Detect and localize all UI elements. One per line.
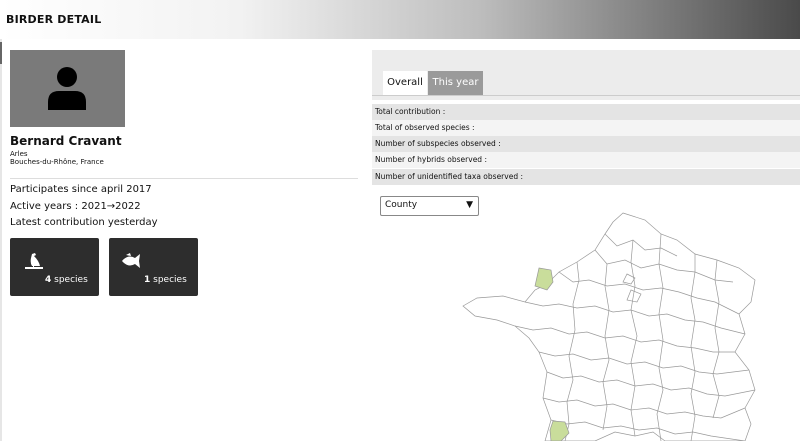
fish-species-card[interactable]: 1 species (109, 238, 198, 296)
fish-species-count: 1 species (144, 275, 187, 285)
bird-icon (25, 253, 43, 269)
avatar (10, 50, 125, 127)
bird-count-unit: species (54, 275, 88, 285)
left-edge-marker (0, 42, 2, 64)
map-level-value: County (385, 200, 418, 210)
stat-label: Number of subspecies observed : (375, 139, 501, 148)
active-years: Active years : 2021→2022 (10, 201, 141, 212)
stat-row-total-contribution: Total contribution : (372, 104, 800, 120)
chevron-down-icon: ▼ (466, 200, 473, 210)
birder-name: Bernard Cravant (10, 134, 122, 148)
bird-species-card[interactable]: 4 species (10, 238, 99, 296)
stat-row-unidentified-taxa: Number of unidentified taxa observed : (372, 169, 800, 185)
fish-count-unit: species (153, 275, 187, 285)
left-scroll-edge (0, 39, 2, 441)
stat-label: Total contribution : (375, 107, 446, 116)
fish-icon (122, 253, 140, 268)
stat-row-observed-species: Total of observed species : (372, 120, 800, 136)
stat-row-subspecies: Number of subspecies observed : (372, 136, 800, 152)
stat-label: Number of unidentified taxa observed : (375, 172, 523, 181)
birder-region: Bouches-du-Rhône, France (10, 158, 104, 166)
tabs-divider (372, 95, 800, 96)
bird-species-count: 4 species (45, 275, 88, 285)
latest-contribution: Latest contribution yesterday (10, 217, 158, 228)
highlighted-department[interactable] (534, 267, 554, 291)
page-title: BIRDER DETAIL (6, 13, 102, 26)
tab-overall[interactable]: Overall (383, 71, 427, 95)
birder-city: Arles (10, 150, 28, 158)
france-county-map[interactable] (455, 210, 800, 441)
stat-row-hybrids: Number of hybrids observed : (372, 152, 800, 168)
bird-count-value: 4 (45, 275, 52, 285)
user-icon (48, 67, 86, 110)
header-bar: BIRDER DETAIL (0, 0, 800, 39)
profile-divider (10, 178, 358, 179)
stat-label: Total of observed species : (375, 123, 475, 132)
tab-this-year[interactable]: This year (428, 71, 483, 95)
stat-label: Number of hybrids observed : (375, 155, 487, 164)
participates-since: Participates since april 2017 (10, 184, 152, 195)
fish-count-value: 1 (144, 275, 151, 285)
